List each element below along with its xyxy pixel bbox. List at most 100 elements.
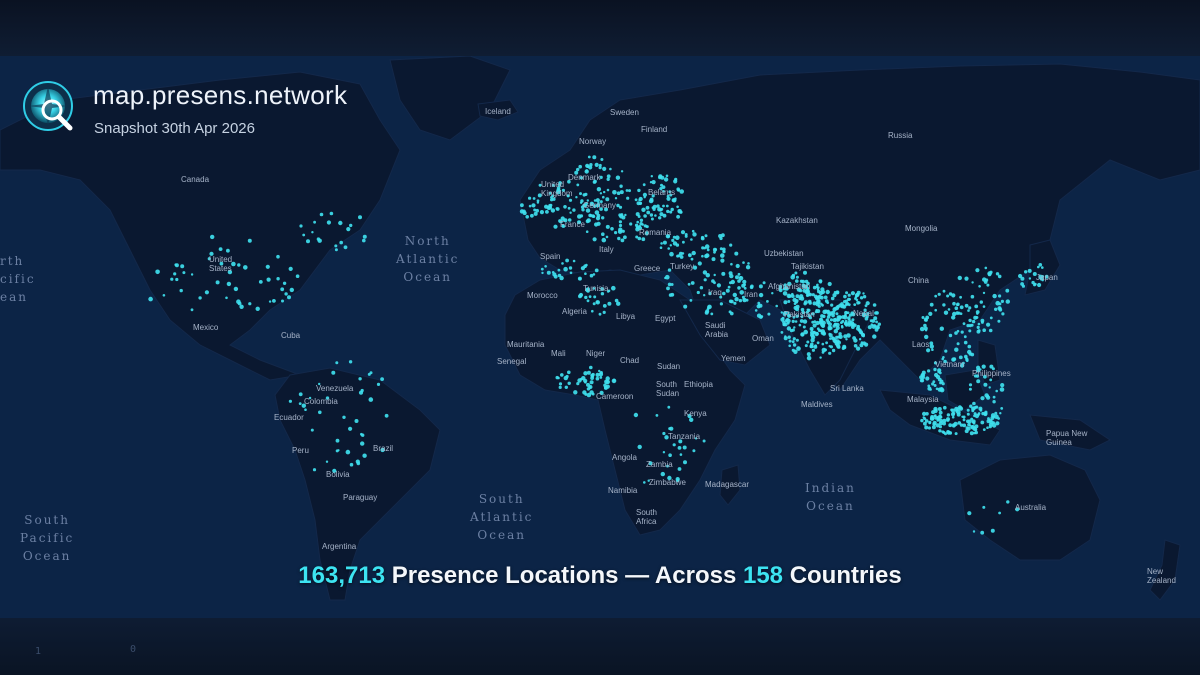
presence-dot [646, 210, 651, 215]
presence-dot [362, 234, 367, 239]
presence-dot [943, 310, 949, 315]
place-label-cuba: Cuba [281, 331, 301, 340]
presence-dot [563, 205, 567, 209]
place-label-finland: Finland [641, 125, 668, 134]
presence-dot [984, 393, 989, 398]
presence-dot [667, 405, 671, 409]
presence-dot [802, 319, 808, 324]
presence-dot [677, 446, 682, 450]
presence-dot [762, 281, 766, 285]
presence-dot [288, 266, 293, 271]
presence-dot [180, 264, 185, 269]
presence-dot [175, 277, 179, 282]
presence-dot [629, 222, 633, 226]
presence-dot [730, 279, 735, 285]
presence-dot [835, 312, 839, 316]
presence-dot [857, 301, 861, 305]
place-label-france: France [560, 220, 585, 229]
world-map[interactable]: North Atlantic Ocean rth cific ean South… [0, 56, 1200, 618]
presence-dot [969, 431, 974, 436]
presence-dot [967, 344, 972, 349]
presence-dot [637, 444, 642, 450]
presence-dot [666, 286, 670, 291]
presence-dot [368, 397, 374, 402]
presence-dot [594, 222, 599, 227]
presence-dot [665, 204, 669, 208]
presence-dot [650, 217, 654, 221]
presence-dot [258, 280, 263, 284]
presence-dot [920, 418, 924, 423]
presence-dot [989, 378, 993, 382]
presence-dot [384, 413, 389, 418]
presence-dot [589, 365, 593, 370]
place-label-ecuador: Ecuador [274, 413, 304, 422]
presence-dot [520, 203, 524, 208]
presence-dot [735, 275, 739, 280]
presence-dot [558, 385, 562, 389]
presence-dot [532, 197, 536, 200]
presence-dot [716, 283, 722, 288]
place-label-srilanka: Sri Lanka [830, 384, 864, 393]
presence-dot [586, 218, 591, 223]
presence-dot [536, 201, 540, 204]
presence-dot [775, 304, 778, 308]
place-label-us: United States [209, 255, 233, 273]
presence-dot [565, 258, 569, 263]
presence-dot [255, 306, 260, 311]
presence-dot [599, 376, 603, 379]
presence-dot [607, 301, 612, 306]
presence-dot [598, 372, 604, 377]
presence-dot [961, 415, 964, 418]
place-label-laos: Laos [912, 340, 930, 349]
presence-dot [642, 183, 646, 187]
presence-dot [846, 333, 851, 338]
presence-dot [954, 347, 959, 352]
presence-dot [742, 279, 747, 284]
presence-dot [822, 309, 827, 315]
presence-dot [941, 382, 945, 386]
presence-dot [992, 421, 995, 424]
presence-dot [925, 315, 930, 320]
presence-dot [703, 294, 706, 297]
presence-dot [358, 215, 362, 220]
presence-dot [814, 310, 818, 314]
presence-dot [704, 254, 709, 259]
presence-dot [815, 320, 820, 326]
place-label-venezuela: Venezuela [316, 384, 354, 393]
presence-dot [633, 412, 639, 418]
presence-dot [669, 426, 674, 431]
presence-dot [1037, 282, 1042, 288]
presence-dot [944, 349, 948, 353]
presence-dot [362, 238, 366, 243]
presence-dot [732, 292, 737, 298]
presence-dot [929, 302, 934, 307]
presence-dot [823, 295, 828, 300]
presence-dot [954, 306, 959, 311]
presence-dot [998, 302, 1002, 306]
presence-dot [304, 408, 307, 412]
presence-dot [688, 253, 692, 258]
presence-dot [988, 386, 991, 389]
presence-dot [704, 244, 710, 249]
presence-dot [862, 295, 867, 299]
presence-dot [349, 223, 353, 228]
site-title[interactable]: map.presens.network [93, 80, 347, 111]
presence-dot [662, 451, 666, 454]
presence-dot [935, 423, 940, 428]
presence-dot [872, 334, 877, 339]
presence-dot [583, 371, 588, 376]
presence-dot [959, 295, 962, 299]
presence-dot [620, 238, 625, 243]
place-label-china: China [908, 276, 929, 285]
presence-dot [1027, 268, 1032, 273]
place-label-png: Papua New Guinea [1046, 429, 1088, 447]
presence-dot [794, 320, 798, 323]
presence-dot [697, 261, 702, 266]
presence-dot [811, 348, 816, 352]
presence-dot [982, 291, 986, 295]
presence-dot [986, 322, 991, 327]
presence-dot [833, 329, 838, 334]
presence-dot [676, 205, 679, 209]
presence-dot [528, 204, 532, 208]
presence-dot [675, 235, 680, 240]
